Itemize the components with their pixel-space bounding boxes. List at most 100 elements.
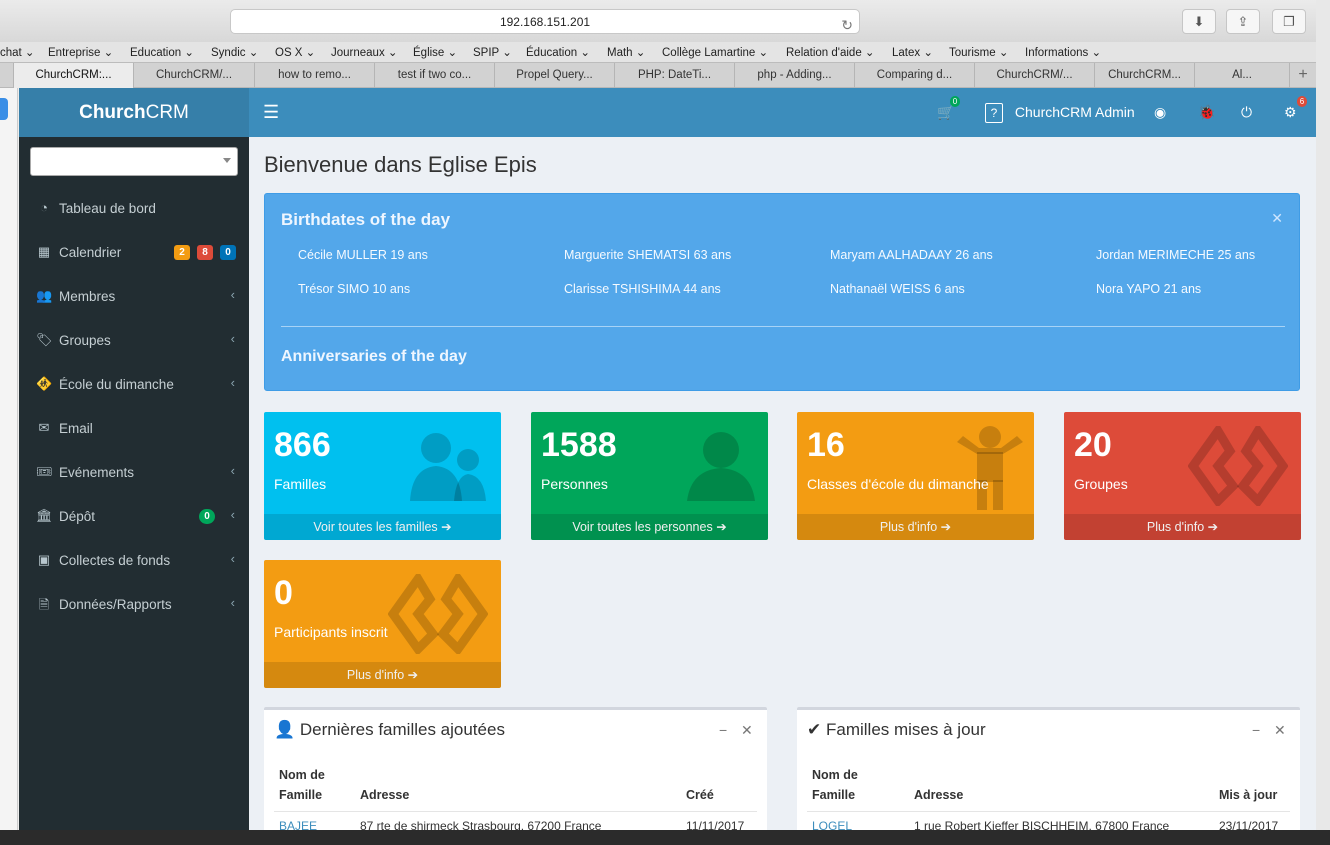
divider xyxy=(807,811,1290,812)
panel-title: ✔ Familles mises à jour xyxy=(807,720,986,739)
sidebar-item-calendar[interactable]: ▦ Calendrier 2 8 0 xyxy=(19,231,249,275)
browser-tab[interactable]: how to remo... xyxy=(255,63,375,88)
browser-tab[interactable]: ChurchCRM/... xyxy=(975,63,1095,88)
bank-icon: 🏛 xyxy=(36,508,53,523)
anniversaries-title: Anniversaries of the day xyxy=(281,348,467,365)
sidebar-item-events[interactable]: 🎟 Evénements ‹ xyxy=(19,451,249,495)
stat-link-participants[interactable]: Plus d'info ➔ xyxy=(264,662,501,688)
family-link[interactable]: BAJEE xyxy=(279,819,317,830)
bookmark-item[interactable]: chat ⌄ xyxy=(0,45,35,59)
sidebar: ChurchCRM ◔ Tableau de bord ▦ Calendrier… xyxy=(19,88,249,830)
bookmark-item[interactable]: Education ⌄ xyxy=(130,45,194,59)
col-header-date: Créé xyxy=(686,788,714,802)
background-window-edge xyxy=(1316,0,1330,830)
new-tab-icon[interactable]: + xyxy=(1290,63,1316,88)
cart-count-badge: 0 xyxy=(950,96,960,107)
child-icon: 🚸 xyxy=(36,376,53,391)
bookmark-item[interactable]: Math ⌄ xyxy=(607,45,645,59)
church-select[interactable] xyxy=(30,147,238,176)
support-icon[interactable]: ◉ xyxy=(1154,88,1166,137)
browser-tab[interactable]: test if two co... xyxy=(375,63,495,88)
family-link[interactable]: LOGEL xyxy=(812,819,852,830)
browser-tab[interactable]: php - Adding... xyxy=(735,63,855,88)
bookmark-item[interactable]: Journeaux ⌄ xyxy=(331,45,398,59)
users-icon: 👥 xyxy=(36,288,53,303)
divider xyxy=(274,811,757,812)
address-bar[interactable]: 192.168.151.201 ↻ xyxy=(230,9,860,34)
bookmark-item[interactable]: Église ⌄ xyxy=(413,45,457,59)
panel-title: 👤 Dernières familles ajoutées xyxy=(274,720,505,739)
chevron-left-icon: ‹ xyxy=(230,287,235,302)
sidebar-item-dashboard[interactable]: ◔ Tableau de bord xyxy=(19,187,249,231)
hamburger-menu-icon[interactable]: ☰ xyxy=(263,88,279,137)
stat-box-families: 866 Familles Voir toutes les familles ➔ xyxy=(264,412,501,540)
app-logo[interactable]: ChurchCRM xyxy=(19,88,249,137)
col-header-address: Adresse xyxy=(360,788,410,802)
chevron-left-icon: ‹ xyxy=(230,375,235,390)
page-title: Bienvenue dans Eglise Epis xyxy=(264,152,537,177)
reload-icon[interactable]: ↻ xyxy=(841,13,853,37)
ticket-icon: 🎟 xyxy=(36,464,53,479)
birthday-entry: Trésor SIMO 10 ans xyxy=(298,282,411,296)
file-pdf-icon: 🗎 xyxy=(38,597,50,612)
bookmark-item[interactable]: Éducation ⌄ xyxy=(526,45,590,59)
browser-tab-active[interactable]: ChurchCRM:... xyxy=(14,63,134,88)
birthday-entry: Cécile MULLER 19 ans xyxy=(298,248,428,262)
bookmark-item[interactable]: Entreprise ⌄ xyxy=(48,45,113,59)
browser-tab[interactable]: ChurchCRM/... xyxy=(134,63,255,88)
stat-value: 20 xyxy=(1074,426,1112,464)
stat-value: 16 xyxy=(807,426,845,464)
close-icon[interactable]: ✕ xyxy=(741,722,753,739)
stat-link-groups[interactable]: Plus d'info ➔ xyxy=(1064,514,1301,540)
cart-button[interactable]: 🛒 0 xyxy=(937,88,960,137)
col-header-address: Adresse xyxy=(914,788,964,802)
bookmark-item[interactable]: Tourisme ⌄ xyxy=(949,45,1008,59)
user-menu[interactable]: ? ChurchCRM Admin xyxy=(985,88,1135,137)
sidebar-item-reports[interactable]: 🗎 Données/Rapports ‹ xyxy=(19,583,249,627)
stat-label: Familles xyxy=(274,476,327,492)
sidebar-item-groups[interactable]: 🏷 Groupes ‹ xyxy=(19,319,249,363)
tabs-overview-icon[interactable]: ❐ xyxy=(1272,9,1306,34)
arrow-circle-right-icon: ➔ xyxy=(940,520,952,534)
close-icon[interactable]: ✕ xyxy=(1274,722,1286,739)
calendar-badge: 8 xyxy=(197,245,213,260)
bookmark-item[interactable]: OS X ⌄ xyxy=(275,45,315,59)
stat-link-persons[interactable]: Voir toutes les personnes ➔ xyxy=(531,514,768,540)
download-icon[interactable]: ⬇ xyxy=(1182,9,1216,34)
users-icon xyxy=(410,433,486,501)
bookmark-item[interactable]: Collège Lamartine ⌄ xyxy=(662,45,768,59)
bookmark-item[interactable]: Relation d'aide ⌄ xyxy=(786,45,875,59)
power-icon[interactable]: ⏻ xyxy=(1241,88,1252,137)
bug-icon[interactable]: 🐞 xyxy=(1198,88,1215,137)
calendar-icon: ▦ xyxy=(37,244,51,259)
family-address: 1 rue Robert Kieffer BISCHHEIM, 67800 Fr… xyxy=(914,819,1170,830)
close-icon[interactable]: ✕ xyxy=(1271,210,1283,227)
sidebar-item-email[interactable]: ✉ Email xyxy=(19,407,249,451)
sidebar-item-deposit[interactable]: 🏛 Dépôt 0 ‹ xyxy=(19,495,249,539)
browser-tab[interactable]: PHP: DateTi... xyxy=(615,63,735,88)
birthday-entry: Maryam AALHADAAY 26 ans xyxy=(830,248,993,262)
stat-link-families[interactable]: Voir toutes les familles ➔ xyxy=(264,514,501,540)
tab-spacer xyxy=(0,63,14,88)
bookmark-item[interactable]: Latex ⌄ xyxy=(892,45,933,59)
minimize-icon[interactable]: − xyxy=(1252,722,1260,738)
main-content: Bienvenue dans Eglise Epis Birthdates of… xyxy=(249,137,1316,830)
minimize-icon[interactable]: − xyxy=(719,722,727,738)
family-date: 23/11/2017 xyxy=(1219,819,1279,830)
browser-tab[interactable]: Al... xyxy=(1195,63,1290,88)
bookmark-item[interactable]: SPIP ⌄ xyxy=(473,45,512,59)
calendar-badge: 2 xyxy=(174,245,190,260)
share-icon[interactable]: ⇪ xyxy=(1226,9,1260,34)
sidebar-item-members[interactable]: 👥 Membres ‹ xyxy=(19,275,249,319)
browser-tab[interactable]: Propel Query... xyxy=(495,63,615,88)
arrow-circle-right-icon: ➔ xyxy=(441,520,452,534)
sidebar-item-sunday-school[interactable]: 🚸 École du dimanche ‹ xyxy=(19,363,249,407)
browser-tab[interactable]: ChurchCRM... xyxy=(1095,63,1195,88)
stat-link-sunday-school[interactable]: Plus d'info ➔ xyxy=(797,514,1034,540)
sidebar-item-fundraisers[interactable]: ▣ Collectes de fonds ‹ xyxy=(19,539,249,583)
bookmark-item[interactable]: Syndic ⌄ xyxy=(211,45,258,59)
settings-button[interactable]: ⚙ 6 xyxy=(1284,88,1307,137)
stat-value: 1588 xyxy=(541,426,617,464)
browser-tab[interactable]: Comparing d... xyxy=(855,63,975,88)
bookmark-item[interactable]: Informations ⌄ xyxy=(1025,45,1101,59)
